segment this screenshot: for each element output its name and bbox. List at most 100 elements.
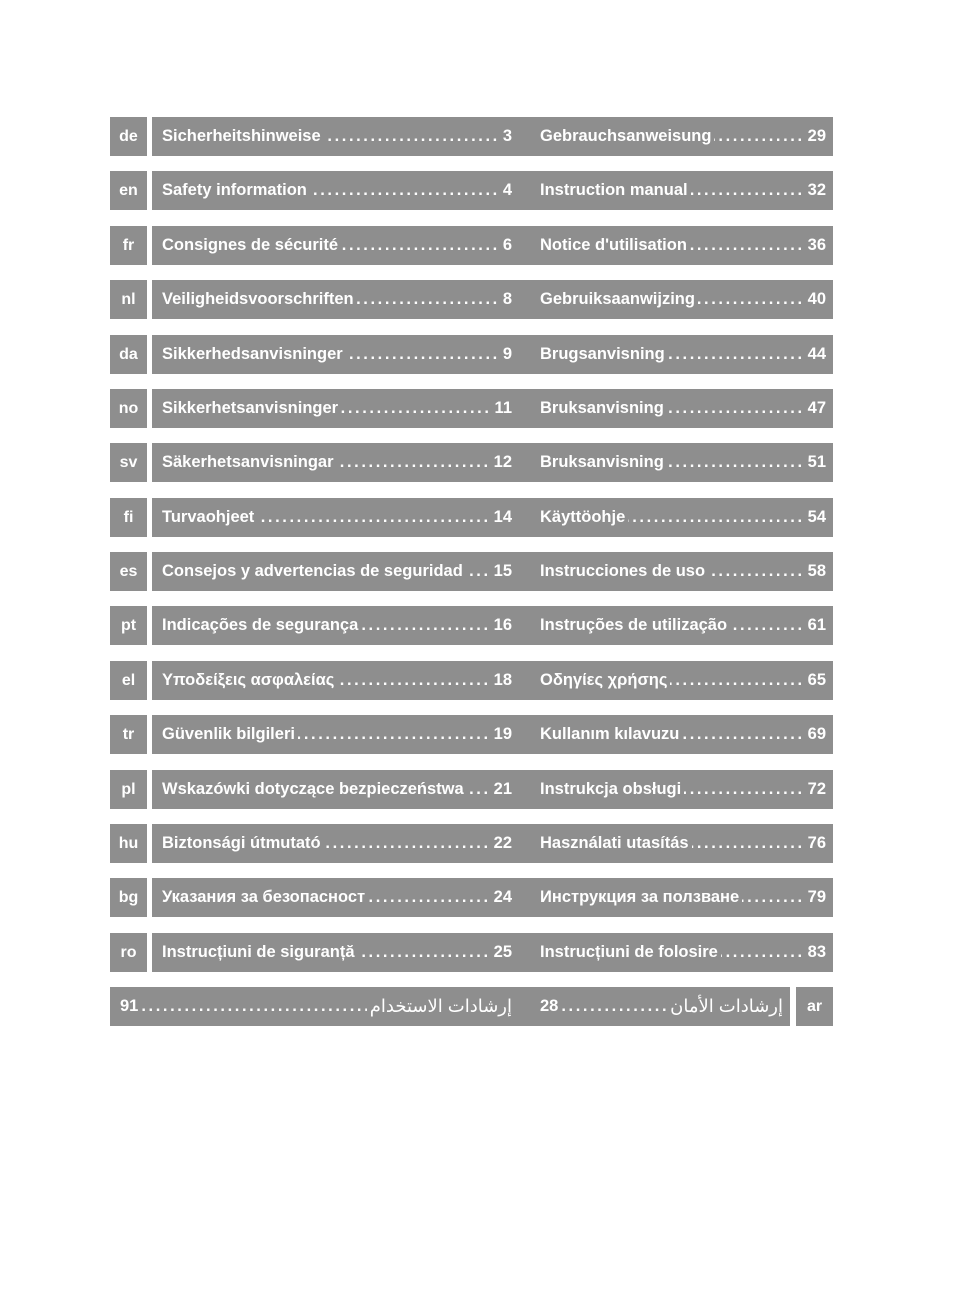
safety-instructions-link[interactable]: 28......................................…	[540, 987, 783, 1026]
leader-dots: ........................................…	[730, 616, 805, 635]
language-code: fr	[110, 225, 147, 265]
toc-row-hu: hu Biztonsági útmutató...................…	[110, 823, 833, 863]
leader-dots: ........................................…	[689, 235, 805, 254]
page-number: 24	[493, 888, 512, 907]
entry-title: Notice d'utilisation	[540, 235, 687, 254]
page-number: 3	[502, 127, 512, 145]
page-number: 28	[540, 997, 559, 1015]
toc-row-fi: fi Turvaohjeet...........................…	[110, 497, 833, 537]
toc-row-ro: ro Instrucțiuni de siguranță.............…	[110, 932, 833, 972]
leader-dots: ........................................…	[721, 942, 805, 961]
entry-title: Güvenlik bilgileri	[162, 725, 295, 744]
safety-instructions-link[interactable]: Sikkerhedsanvisninger...................…	[162, 335, 512, 374]
instruction-manual-link[interactable]: Инструкция за ползване..................…	[540, 878, 826, 917]
page-number: 22	[493, 833, 512, 852]
toc-row-el: el Υποδείξεις ασφαλείας..................…	[110, 660, 833, 700]
instruction-manual-link[interactable]: Gebrauchsanweisung......................…	[540, 117, 826, 156]
instruction-manual-link[interactable]: Gebruiksaanwijzing......................…	[540, 280, 826, 319]
page-number: 11	[494, 398, 512, 417]
instruction-manual-link[interactable]: Instrukcja obsługi......................…	[540, 770, 826, 809]
safety-instructions-link[interactable]: Indicações de segurança.................…	[162, 606, 512, 645]
safety-instructions-link[interactable]: Sicherheitshinweise.....................…	[162, 117, 512, 156]
language-code: pt	[110, 606, 147, 646]
entry-title: Bruksanvisning	[540, 453, 664, 472]
toc-row-pt: pt Indicações de segurança...............…	[110, 606, 833, 646]
instruction-manual-link[interactable]: Notice d'utilisation....................…	[540, 226, 826, 265]
page-number: 83	[807, 942, 826, 961]
language-code: tr	[110, 715, 147, 755]
instruction-manual-link[interactable]: Käyttöohje..............................…	[540, 498, 826, 537]
entry-title: Gebrauchsanweisung	[540, 127, 712, 145]
instruction-manual-link[interactable]: Instrucciones de uso....................…	[540, 552, 826, 591]
leader-dots: ........................................…	[684, 779, 805, 798]
page-number: 69	[807, 725, 826, 744]
page-number: 6	[502, 235, 512, 254]
page-number: 79	[807, 888, 826, 907]
instruction-manual-link[interactable]: Használati utasítás.....................…	[540, 824, 826, 863]
leader-dots: ........................................…	[682, 725, 805, 744]
entry-title: Brugsanvisning	[540, 344, 665, 363]
safety-instructions-link[interactable]: Υποδείξεις ασφαλείας....................…	[162, 661, 512, 700]
entry-title: Instrucțiuni de folosire	[540, 942, 718, 961]
language-code: hu	[110, 823, 147, 863]
safety-instructions-link[interactable]: Säkerhetsanvisningar....................…	[162, 443, 512, 482]
leader-dots: ........................................…	[667, 398, 805, 417]
entry-title: Safety information	[162, 181, 307, 200]
safety-instructions-link[interactable]: Safety information......................…	[162, 171, 512, 210]
safety-instructions-link[interactable]: Instrucțiuni de siguranță...............…	[162, 933, 512, 972]
instruction-manual-link[interactable]: Bruksanvisning..........................…	[540, 389, 826, 428]
safety-instructions-link[interactable]: Turvaohjeet.............................…	[162, 498, 512, 537]
safety-instructions-link[interactable]: Veiligheidsvoorschriften................…	[162, 280, 512, 319]
instruction-manual-link[interactable]: Kullanım kılavuzu.......................…	[540, 715, 826, 754]
leader-dots: ........................................…	[467, 779, 491, 798]
leader-dots: ........................................…	[670, 670, 805, 689]
safety-instructions-link[interactable]: Consignes de sécurité...................…	[162, 226, 512, 265]
instruction-manual-link[interactable]: Οδηγίες χρήσης..........................…	[540, 661, 826, 700]
entry-title: Sikkerhedsanvisninger	[162, 344, 343, 363]
entry-title: إرشادات الاستخدام	[369, 996, 512, 1016]
entry-title: Instrucciones de uso	[540, 562, 706, 580]
entry-title: Gebruiksaanwijzing	[540, 290, 695, 309]
page-number: 51	[807, 453, 826, 472]
page-number: 15	[493, 562, 512, 580]
entry-title: Указания за безопасност	[162, 888, 366, 907]
instruction-manual-link[interactable]: Instrucțiuni de folosire................…	[540, 933, 826, 972]
toc-row-en: en Safety information....................…	[110, 171, 833, 211]
instruction-manual-link[interactable]: Brugsanvisning..........................…	[540, 335, 826, 374]
toc-row-es: es Consejos y advertencias de seguridad..…	[110, 552, 833, 591]
leader-dots: ........................................…	[297, 725, 491, 744]
instruction-manual-link[interactable]: 91......................................…	[120, 987, 512, 1026]
toc-row-sv: sv Säkerhetsanvisningar..................…	[110, 443, 833, 483]
entry-title: Instrucțiuni de siguranță	[162, 942, 355, 961]
leader-dots: ........................................…	[309, 181, 500, 200]
safety-instructions-link[interactable]: Sikkerhetsanvisninger...................…	[162, 389, 512, 428]
toc-row-tr: tr Güvenlik bilgileri....................…	[110, 715, 833, 755]
safety-instructions-link[interactable]: Wskazówki dotyczące bezpieczeństwa......…	[162, 770, 512, 809]
leader-dots: ........................................…	[466, 562, 491, 580]
toc-row-da: da Sikkerhedsanvisninger.................…	[110, 334, 833, 374]
page-number: 47	[807, 398, 826, 417]
instruction-manual-link[interactable]: Instruções de utilização................…	[540, 606, 826, 645]
language-code: ar	[796, 987, 833, 1026]
safety-instructions-link[interactable]: Указания за безопасност.................…	[162, 878, 512, 917]
leader-dots: ........................................…	[691, 181, 805, 200]
leader-dots: ........................................…	[257, 507, 491, 526]
instruction-manual-link[interactable]: Bruksanvisning..........................…	[540, 443, 826, 482]
page-number: 91	[120, 997, 139, 1015]
safety-instructions-link[interactable]: Consejos y advertencias de seguridad....…	[162, 552, 512, 591]
safety-instructions-link[interactable]: Güvenlik bilgileri......................…	[162, 715, 512, 754]
leader-dots: ........................................…	[346, 344, 500, 363]
leader-dots: ........................................…	[368, 888, 491, 907]
page-number: 44	[807, 344, 826, 363]
leader-dots: ........................................…	[667, 453, 805, 472]
page-number: 19	[493, 725, 512, 744]
leader-dots: ........................................…	[141, 997, 366, 1015]
language-code: sv	[110, 443, 147, 483]
toc-row-ar: ar 91....................................…	[110, 987, 833, 1026]
safety-instructions-link[interactable]: Biztonsági útmutató.....................…	[162, 824, 512, 863]
toc-row-bg: bg Указания за безопасност...............…	[110, 878, 833, 918]
leader-dots: ........................................…	[341, 235, 500, 254]
page-number: 9	[502, 344, 512, 363]
instruction-manual-link[interactable]: Instruction manual......................…	[540, 171, 826, 210]
entry-title: إرشادات الأمان	[670, 996, 783, 1016]
